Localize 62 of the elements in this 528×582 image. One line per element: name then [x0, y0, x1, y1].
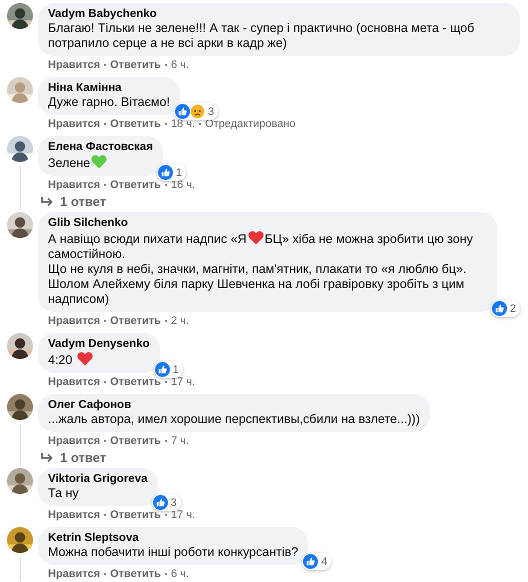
comment-text: Дуже гарно. Вітаємо! — [48, 95, 170, 109]
comment-text: Благаю! Тільки не зелене!!! А так - супер і практично (основна мета - щоб потрапило серце а не всі арки в кадр же) — [48, 21, 474, 50]
reply-link[interactable]: Ответить — [110, 434, 161, 448]
reply-link[interactable]: Ответить — [110, 375, 161, 389]
like-link[interactable]: Нравится — [48, 434, 100, 448]
reply-link[interactable]: Ответить — [110, 508, 161, 522]
like-link[interactable]: Нравится — [48, 375, 100, 389]
timestamp: 7 ч. — [170, 434, 189, 448]
timestamp: 2 ч. — [170, 314, 189, 328]
comment-text: Що не куля в небі, значки, магніти, пам'ятник, плакати то «я люблю бц». — [48, 262, 466, 276]
reaction-badge[interactable]: 3 — [174, 103, 218, 120]
thumbs-up-icon — [492, 301, 507, 316]
thumbs-up-icon — [154, 362, 170, 377]
like-link[interactable]: Нравится — [48, 58, 100, 72]
author-name[interactable]: Vadym Denysenko — [48, 337, 150, 351]
comment-text: самостійною. — [48, 247, 126, 261]
like-link[interactable]: Нравится — [48, 117, 100, 131]
comment-text: ...жаль автора, имел хорошие перспективы,сбили на взлете...))) — [48, 412, 420, 426]
author-name[interactable]: Glib Silchenko — [48, 216, 487, 230]
like-link[interactable]: Нравится — [48, 314, 100, 328]
reply-arrow-icon — [40, 196, 54, 208]
author-name[interactable]: Елена Фастовская — [48, 140, 153, 154]
reply-link[interactable]: Ответить — [110, 178, 161, 192]
reply-link[interactable]: Ответить — [110, 567, 161, 581]
thumbs-up-icon — [174, 104, 190, 119]
like-link[interactable]: Нравится — [48, 508, 100, 522]
reply-link[interactable]: Ответить — [110, 117, 161, 131]
sad-face-icon — [190, 104, 205, 119]
edited-label: Отредактировано — [205, 117, 296, 131]
reaction-badge[interactable]: 4 — [302, 553, 332, 570]
reaction-badge[interactable]: 2 — [490, 300, 520, 317]
thumbs-up-icon — [152, 495, 168, 510]
author-name[interactable]: Vadym Babychenko — [48, 7, 510, 21]
timestamp: 16 ч. — [170, 178, 196, 192]
comment-text: Шолом Алейхему біля парку Шевченка на лобі гравіровку зробіть з цим надписом) — [48, 277, 464, 306]
reply-link[interactable]: Ответить — [110, 314, 161, 328]
timestamp: 18 ч. — [170, 117, 196, 131]
reply-arrow-icon — [40, 452, 54, 464]
author-name[interactable]: Олег Сафонов — [48, 398, 420, 412]
comment-text: 4:20 — [48, 353, 74, 367]
view-replies-link[interactable]: 1 ответ — [38, 192, 106, 210]
reaction-badge[interactable]: 1 — [156, 164, 186, 181]
author-name[interactable]: Ketrin Sleptsova — [48, 531, 298, 545]
comment-text: БЦ» хіба не можна зробити цю зону — [264, 232, 473, 246]
comment-text: А навіщо всюди пихати надпис «Я — [48, 232, 247, 246]
comment-text: Можна побачити інші роботи конкурсантів? — [48, 545, 298, 559]
view-replies-link[interactable]: 1 ответ — [38, 448, 106, 466]
like-link[interactable]: Нравится — [48, 567, 100, 581]
timestamp: 17 ч. — [170, 508, 196, 522]
author-name[interactable]: Viktoria Grigoreva — [48, 472, 148, 486]
timestamp: 6 ч. — [170, 58, 189, 72]
author-name[interactable]: Ніна Камінна — [48, 81, 170, 95]
reply-link[interactable]: Ответить — [110, 58, 161, 72]
like-link[interactable]: Нравится — [48, 178, 100, 192]
reaction-badge[interactable]: 1 — [154, 361, 183, 378]
comment-text: Зелене — [48, 156, 90, 170]
timestamp: 6 ч. — [170, 567, 189, 581]
thumbs-up-icon — [303, 554, 318, 569]
thumbs-up-icon — [158, 165, 173, 180]
comment-text: Та ну — [48, 486, 79, 500]
timestamp: 17 ч. — [170, 375, 196, 389]
reaction-badge[interactable]: 3 — [152, 494, 181, 511]
